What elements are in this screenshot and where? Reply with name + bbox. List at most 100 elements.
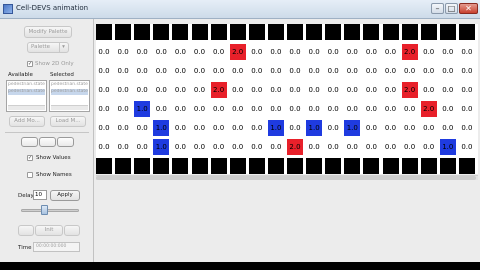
- cell-empty[interactable]: 0.0: [459, 101, 475, 117]
- cell-empty[interactable]: 0.0: [440, 44, 456, 60]
- wall-cell[interactable]: [229, 158, 246, 174]
- cell-empty[interactable]: 0.0: [325, 120, 341, 136]
- cell-empty[interactable]: 0.0: [268, 82, 284, 98]
- cell-empty[interactable]: 0.0: [172, 44, 188, 60]
- cell-state-2[interactable]: 2.0: [210, 82, 227, 98]
- cell-empty[interactable]: 0.0: [153, 63, 169, 79]
- cell-empty[interactable]: 0.0: [134, 63, 150, 79]
- wall-cell[interactable]: [134, 24, 151, 40]
- cell-empty[interactable]: 0.0: [287, 82, 303, 98]
- cell-empty[interactable]: 0.0: [325, 63, 341, 79]
- cell-empty[interactable]: 0.0: [96, 82, 112, 98]
- cell-empty[interactable]: 0.0: [383, 63, 399, 79]
- cell-empty[interactable]: 0.0: [363, 120, 379, 136]
- cell-empty[interactable]: 0.0: [192, 44, 208, 60]
- cell-empty[interactable]: 0.0: [211, 101, 227, 117]
- cell-empty[interactable]: 0.0: [421, 120, 437, 136]
- step-left-button[interactable]: [18, 225, 34, 236]
- cell-state-1[interactable]: 1.0: [153, 120, 170, 136]
- cell-empty[interactable]: 0.0: [402, 63, 418, 79]
- cell-empty[interactable]: 0.0: [211, 44, 227, 60]
- show-names-checkbox[interactable]: [27, 172, 33, 178]
- wall-cell[interactable]: [267, 158, 284, 174]
- cell-empty[interactable]: 0.0: [153, 82, 169, 98]
- cell-empty[interactable]: 0.0: [172, 139, 188, 155]
- load-model-button[interactable]: Load M...: [50, 116, 86, 127]
- wall-cell[interactable]: [401, 158, 418, 174]
- cell-empty[interactable]: 0.0: [440, 82, 456, 98]
- wall-cell[interactable]: [439, 24, 456, 40]
- wall-cell[interactable]: [153, 158, 170, 174]
- cell-empty[interactable]: 0.0: [249, 82, 265, 98]
- cell-empty[interactable]: 0.0: [306, 44, 322, 60]
- wall-cell[interactable]: [210, 24, 227, 40]
- cell-empty[interactable]: 0.0: [268, 44, 284, 60]
- cell-empty[interactable]: 0.0: [230, 120, 246, 136]
- wall-cell[interactable]: [287, 158, 303, 174]
- show-2d-checkbox[interactable]: ✓: [27, 61, 33, 67]
- grid-horizontal-scrollbar[interactable]: [96, 175, 478, 180]
- show-values-checkbox[interactable]: ✓: [27, 155, 33, 161]
- wall-cell[interactable]: [134, 158, 151, 174]
- palette-combo[interactable]: Palette ▾: [27, 42, 69, 53]
- wall-cell[interactable]: [306, 158, 323, 174]
- cell-empty[interactable]: 0.0: [268, 139, 284, 155]
- cell-empty[interactable]: 0.0: [192, 82, 208, 98]
- cell-empty[interactable]: 0.0: [172, 101, 188, 117]
- cell-empty[interactable]: 0.0: [115, 63, 131, 79]
- wall-cell[interactable]: [210, 158, 227, 174]
- slider-thumb[interactable]: [41, 205, 48, 215]
- cell-empty[interactable]: 0.0: [249, 120, 265, 136]
- cell-empty[interactable]: 0.0: [383, 139, 399, 155]
- cell-empty[interactable]: 0.0: [459, 82, 475, 98]
- wall-cell[interactable]: [363, 158, 380, 174]
- cell-empty[interactable]: 0.0: [115, 120, 131, 136]
- wall-cell[interactable]: [267, 24, 284, 40]
- wall-cell[interactable]: [172, 24, 189, 40]
- cell-empty[interactable]: 0.0: [363, 82, 379, 98]
- cell-empty[interactable]: 0.0: [344, 63, 360, 79]
- wall-cell[interactable]: [344, 24, 361, 40]
- cell-empty[interactable]: 0.0: [306, 139, 322, 155]
- cell-empty[interactable]: 0.0: [383, 82, 399, 98]
- cell-empty[interactable]: 0.0: [192, 139, 208, 155]
- cell-empty[interactable]: 0.0: [344, 82, 360, 98]
- cell-empty[interactable]: 0.0: [230, 101, 246, 117]
- cell-empty[interactable]: 0.0: [96, 101, 112, 117]
- wall-cell[interactable]: [458, 24, 475, 40]
- cell-empty[interactable]: 0.0: [459, 120, 475, 136]
- wall-cell[interactable]: [248, 24, 265, 40]
- cell-empty[interactable]: 0.0: [192, 101, 208, 117]
- wall-cell[interactable]: [458, 158, 475, 174]
- cell-empty[interactable]: 0.0: [306, 63, 322, 79]
- cell-empty[interactable]: 0.0: [440, 101, 456, 117]
- cell-empty[interactable]: 0.0: [287, 44, 303, 60]
- cell-empty[interactable]: 0.0: [287, 63, 303, 79]
- cell-empty[interactable]: 0.0: [383, 101, 399, 117]
- cell-empty[interactable]: 0.0: [306, 82, 322, 98]
- wall-cell[interactable]: [439, 158, 456, 174]
- wall-cell[interactable]: [306, 24, 323, 40]
- cell-empty[interactable]: 0.0: [115, 82, 131, 98]
- wall-cell[interactable]: [401, 24, 418, 40]
- cell-empty[interactable]: 0.0: [383, 120, 399, 136]
- color-swatch-button[interactable]: [57, 137, 74, 147]
- available-list-scrollbar[interactable]: [8, 105, 45, 110]
- wall-cell[interactable]: [325, 24, 342, 40]
- wall-cell[interactable]: [96, 24, 112, 40]
- cell-empty[interactable]: 0.0: [192, 63, 208, 79]
- cell-empty[interactable]: 0.0: [172, 82, 188, 98]
- cell-state-1[interactable]: 1.0: [306, 120, 323, 136]
- cell-empty[interactable]: 0.0: [325, 44, 341, 60]
- selected-list-item[interactable]: pedestrian.state: [51, 82, 88, 88]
- wall-cell[interactable]: [420, 24, 437, 40]
- cell-empty[interactable]: 0.0: [115, 139, 131, 155]
- cell-empty[interactable]: 0.0: [383, 44, 399, 60]
- cell-state-1[interactable]: 1.0: [267, 120, 284, 136]
- wall-cell[interactable]: [172, 158, 189, 174]
- cell-state-1[interactable]: 1.0: [134, 101, 151, 117]
- maximize-button[interactable]: □: [445, 3, 458, 14]
- available-list[interactable]: pedestrian.state pedestrian.state: [6, 80, 47, 112]
- close-button[interactable]: ✕: [459, 3, 478, 14]
- wall-cell[interactable]: [191, 158, 208, 174]
